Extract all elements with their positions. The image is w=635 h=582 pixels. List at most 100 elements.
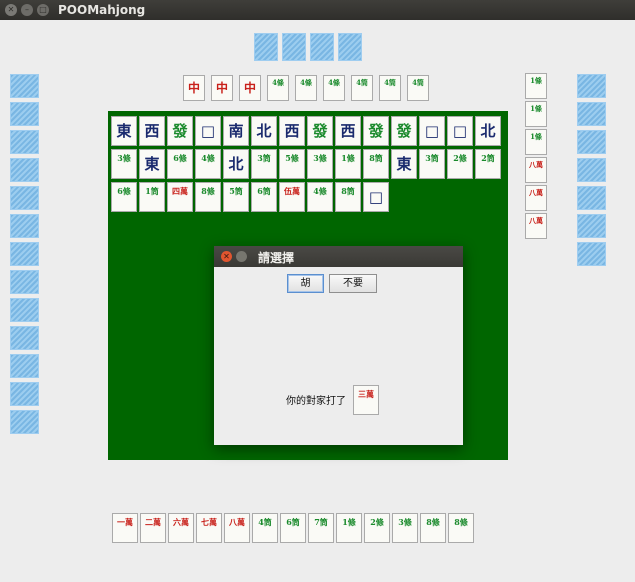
discard-tile: 3筒 (419, 149, 445, 179)
hand-tile[interactable]: 七萬 (196, 513, 222, 543)
discard-tile: 西 (139, 116, 165, 146)
discard-tile: 8筒 (363, 149, 389, 179)
tile-back (577, 186, 606, 210)
tile-face: 2筒 (481, 153, 495, 163)
discard-tile: 1條 (335, 149, 361, 179)
tile-back (310, 33, 334, 61)
dialog-title: 請選擇 (258, 251, 295, 265)
hand-tile[interactable]: 二萬 (140, 513, 166, 543)
tile-face: 1筒 (145, 186, 159, 196)
tile-face: 北 (256, 122, 272, 140)
tile-face: 4筒 (258, 517, 272, 527)
discard-tile: □ (447, 116, 473, 146)
discarded-tile: 三萬 (353, 385, 379, 415)
hand-tile[interactable]: 6筒 (280, 513, 306, 543)
discard-tile: 北 (251, 116, 277, 146)
tile-face: 4筒 (412, 78, 424, 87)
hand-tile[interactable]: 六萬 (168, 513, 194, 543)
discard-tile: 1筒 (139, 182, 165, 212)
dialog-message: 你的對家打了 (286, 396, 346, 407)
tile-face: 西 (144, 122, 160, 140)
discard-tile: 5條 (279, 149, 305, 179)
tile-back (10, 410, 39, 434)
meld-tile: 八萬 (525, 157, 547, 183)
window-title: POOMahjong (58, 3, 146, 17)
meld-tile: 4筒 (407, 75, 429, 101)
discard-tile: 8筒 (335, 182, 361, 212)
discard-tile: 北 (475, 116, 501, 146)
discard-tile: 6筒 (251, 182, 277, 212)
tile-face: 東 (116, 122, 132, 140)
discard-tile: 4條 (307, 182, 333, 212)
tile-face: 6筒 (286, 517, 300, 527)
tile-face: 中 (187, 81, 200, 95)
tile-back (577, 214, 606, 238)
tile-face: 一萬 (117, 517, 133, 527)
tile-back (10, 270, 39, 294)
meld-tile: 4筒 (351, 75, 373, 101)
window-maximize-button[interactable]: □ (37, 4, 49, 16)
tile-back (10, 74, 39, 98)
tile-face: 四萬 (172, 186, 188, 196)
discard-tile: □ (419, 116, 445, 146)
meld-tile: 4條 (267, 75, 289, 101)
dialog-close-button[interactable]: ✕ (221, 251, 232, 262)
tile-face: 西 (284, 122, 300, 140)
hand-tile[interactable]: 4筒 (252, 513, 278, 543)
tile-face: 3條 (117, 153, 131, 163)
window-close-button[interactable]: ✕ (5, 4, 17, 16)
tile-face: 8條 (201, 186, 215, 196)
meld-tile: 1條 (525, 73, 547, 99)
discard-tile: 西 (335, 116, 361, 146)
tile-face: 發 (312, 122, 328, 140)
tile-back (10, 326, 39, 350)
tile-back (577, 74, 606, 98)
tile-face: 3筒 (425, 153, 439, 163)
hand-tile[interactable]: 8條 (420, 513, 446, 543)
discard-tile: 6條 (111, 182, 137, 212)
hand-tile[interactable]: 8條 (448, 513, 474, 543)
dialog-minimize-button[interactable] (236, 251, 247, 262)
tile-face: 北 (480, 122, 496, 140)
hand-tile[interactable]: 八萬 (224, 513, 250, 543)
tile-face: 八萬 (529, 216, 543, 225)
dialog-title-bar: ✕ 請選擇 (214, 246, 463, 267)
discard-tile: 發 (167, 116, 193, 146)
hand-tile[interactable]: 7筒 (308, 513, 334, 543)
hand-tile[interactable]: 一萬 (112, 513, 138, 543)
discard-tile: □ (195, 116, 221, 146)
tile-face: 二萬 (145, 517, 161, 527)
window-minimize-button[interactable]: – (21, 4, 33, 16)
tile-back (577, 102, 606, 126)
pass-button[interactable]: 不要 (329, 274, 377, 293)
tile-face: 5筒 (229, 186, 243, 196)
tile-back (10, 382, 39, 406)
tile-back (10, 158, 39, 182)
hand-tile[interactable]: 3條 (392, 513, 418, 543)
tile-face: 東 (396, 155, 412, 173)
hand-tile[interactable]: 1條 (336, 513, 362, 543)
discard-tile: 北 (223, 149, 249, 179)
tile-face: 中 (215, 81, 228, 95)
tile-back (10, 354, 39, 378)
tile-back (10, 102, 39, 126)
discard-tile: □ (363, 182, 389, 212)
tile-back (254, 33, 278, 61)
meld-tile: 八萬 (525, 213, 547, 239)
discard-tile: 東 (391, 149, 417, 179)
tile-back (10, 186, 39, 210)
tile-face: 8條 (454, 517, 468, 527)
hand-tile[interactable]: 2條 (364, 513, 390, 543)
tile-face: 1條 (530, 76, 542, 85)
discard-tile: 3筒 (251, 149, 277, 179)
tile-face: 南 (228, 122, 244, 140)
meld-tile: 中 (183, 75, 205, 101)
tile-face: 4筒 (384, 78, 396, 87)
win-button[interactable]: 胡 (287, 274, 324, 293)
tile-face: 八萬 (529, 188, 543, 197)
tile-face: 發 (368, 122, 384, 140)
meld-tile: 1條 (525, 129, 547, 155)
tile-face: 8筒 (341, 186, 355, 196)
tile-face: 六萬 (173, 517, 189, 527)
discard-tile: 伍萬 (279, 182, 305, 212)
